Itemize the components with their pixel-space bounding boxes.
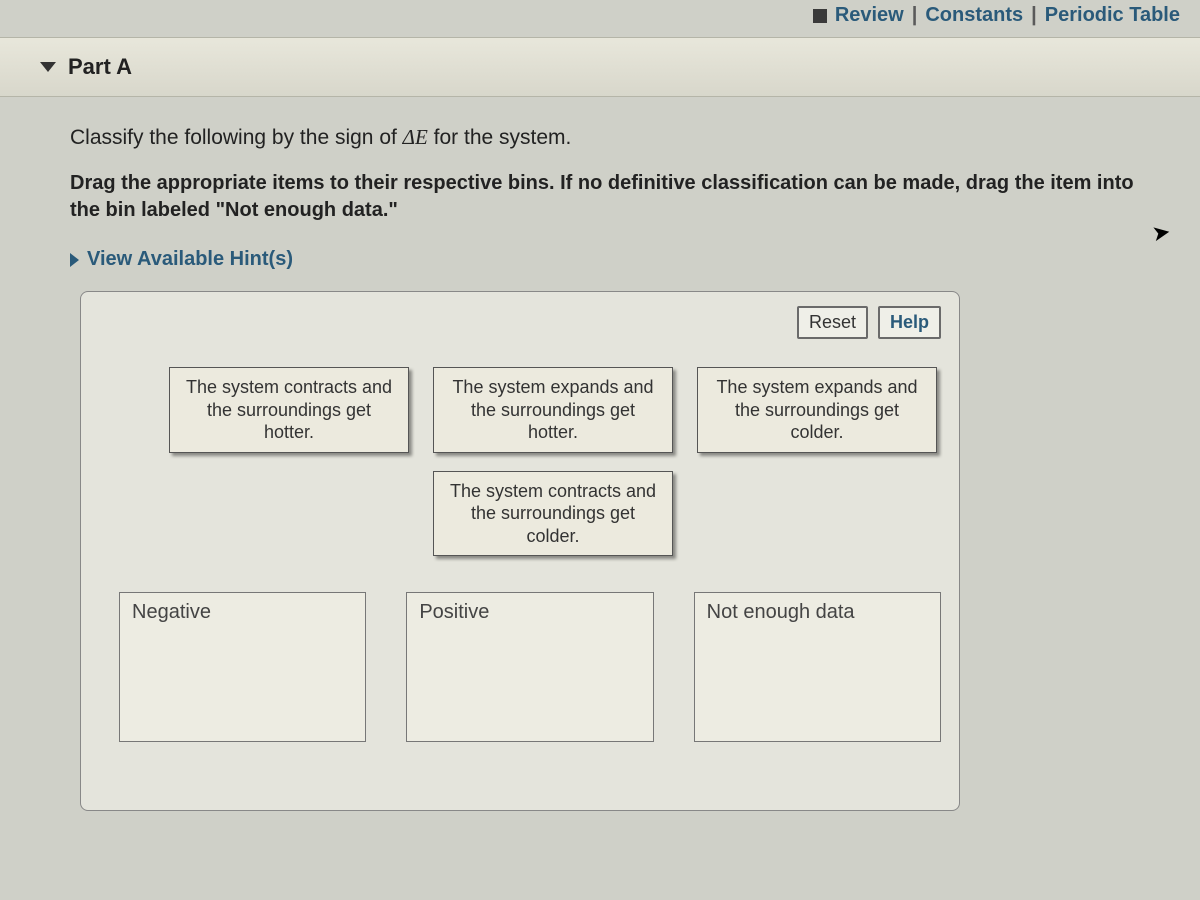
drop-bins: Negative Positive Not enough data <box>99 592 941 742</box>
bin-positive[interactable]: Positive <box>406 592 653 742</box>
bin-negative[interactable]: Negative <box>119 592 366 742</box>
tiles-row-2: The system contracts and the surrounding… <box>169 471 941 557</box>
delta-e-symbol: ΔE <box>403 125 428 149</box>
help-button[interactable]: Help <box>878 306 941 339</box>
hints-row[interactable]: View Available Hint(s) <box>70 248 1140 271</box>
cursor-icon: ➤ <box>1149 219 1172 248</box>
tile-contracts-colder[interactable]: The system contracts and the surrounding… <box>433 471 673 557</box>
separator: | <box>1031 4 1037 27</box>
drag-instructions: Drag the appropriate items to their resp… <box>70 170 1140 224</box>
chevron-right-icon[interactable] <box>70 253 79 267</box>
workspace-toolbar: Reset Help <box>99 306 941 339</box>
content-area: Classify the following by the sign of ΔE… <box>0 97 1200 821</box>
top-links-bar: Review | Constants | Periodic Table <box>0 0 1200 37</box>
part-header[interactable]: Part A <box>0 37 1200 97</box>
bin-not-enough-data[interactable]: Not enough data <box>694 592 941 742</box>
tile-contracts-hotter[interactable]: The system contracts and the surrounding… <box>169 367 409 453</box>
drag-workspace: Reset Help The system contracts and the … <box>80 291 960 811</box>
review-link[interactable]: Review <box>835 4 904 27</box>
chevron-down-icon[interactable] <box>40 62 56 72</box>
reset-button[interactable]: Reset <box>797 306 868 339</box>
view-hints-link[interactable]: View Available Hint(s) <box>87 248 293 271</box>
constants-link[interactable]: Constants <box>925 4 1023 27</box>
square-icon <box>813 9 827 23</box>
separator: | <box>912 4 918 27</box>
question-prompt: Classify the following by the sign of ΔE… <box>70 125 1140 150</box>
prompt-suffix: for the system. <box>428 126 572 149</box>
periodic-table-link[interactable]: Periodic Table <box>1045 4 1180 27</box>
tile-expands-colder[interactable]: The system expands and the surroundings … <box>697 367 937 453</box>
prompt-prefix: Classify the following by the sign of <box>70 126 403 149</box>
draggable-tiles: The system contracts and the surrounding… <box>99 367 941 556</box>
tile-expands-hotter[interactable]: The system expands and the surroundings … <box>433 367 673 453</box>
part-title: Part A <box>68 54 132 80</box>
tiles-row-1: The system contracts and the surrounding… <box>169 367 941 453</box>
